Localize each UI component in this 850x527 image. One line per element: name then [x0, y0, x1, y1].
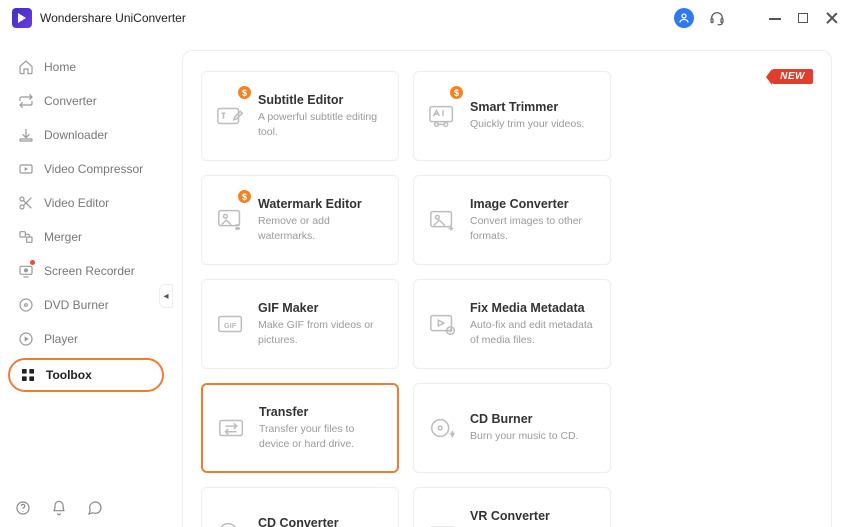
- menu-icon[interactable]: [740, 9, 754, 27]
- cd-burn-icon: [428, 415, 458, 441]
- sidebar-footer: [8, 493, 164, 519]
- gif-icon: GIF: [216, 311, 246, 337]
- card-title: GIF Maker: [258, 301, 386, 315]
- help-icon[interactable]: [14, 499, 32, 517]
- sidebar-nav: Home Converter Downloader Video Compress…: [8, 52, 164, 392]
- card-desc: Remove or add watermarks.: [258, 214, 386, 242]
- cd-convert-icon: [216, 519, 246, 527]
- title-bar: Wondershare UniConverter: [0, 0, 850, 36]
- main-body: Home Converter Downloader Video Compress…: [0, 36, 850, 527]
- toolbox-icon: [20, 367, 36, 383]
- card-title: Subtitle Editor: [258, 93, 386, 107]
- svg-text:GIF: GIF: [224, 321, 237, 330]
- record-icon: [18, 263, 34, 279]
- card-title: CD Burner: [470, 412, 579, 426]
- sidebar-item-label: DVD Burner: [44, 298, 109, 312]
- app-title: Wondershare UniConverter: [40, 11, 674, 25]
- title-actions: [674, 8, 838, 28]
- app-logo-icon: [12, 8, 32, 28]
- new-badge: NEW: [772, 69, 813, 84]
- merge-icon: [18, 229, 34, 245]
- card-desc: Burn your music to CD.: [470, 429, 579, 443]
- sidebar-item-label: Player: [44, 332, 78, 346]
- sidebar: Home Converter Downloader Video Compress…: [0, 36, 172, 527]
- content-area: NEW $ Subtitle Editor A powerful subtitle…: [172, 36, 850, 527]
- card-title: Transfer: [259, 405, 385, 419]
- home-icon: [18, 59, 34, 75]
- card-title: Smart Trimmer: [470, 100, 584, 114]
- subtitle-icon: [216, 103, 246, 129]
- sidebar-item-label: Video Editor: [44, 196, 109, 210]
- account-avatar-icon[interactable]: [674, 8, 694, 28]
- sidebar-item-label: Screen Recorder: [44, 264, 135, 278]
- card-title: VR Converter: [470, 509, 598, 523]
- transfer-icon: [217, 415, 247, 441]
- premium-badge-icon: $: [238, 190, 251, 203]
- window-maximize-button[interactable]: [796, 11, 810, 25]
- watermark-icon: [216, 207, 246, 233]
- tool-grid: $ Subtitle Editor A powerful subtitle edi…: [201, 71, 813, 527]
- sidebar-item-label: Video Compressor: [44, 162, 143, 176]
- card-desc: A powerful subtitle editing tool.: [258, 110, 386, 138]
- card-subtitle-editor[interactable]: $ Subtitle Editor A powerful subtitle edi…: [201, 71, 399, 161]
- converter-icon: [18, 93, 34, 109]
- window-close-button[interactable]: [824, 11, 838, 25]
- scissors-icon: [18, 195, 34, 211]
- card-title: Fix Media Metadata: [470, 301, 598, 315]
- support-headset-icon[interactable]: [708, 9, 726, 27]
- disc-icon: [18, 297, 34, 313]
- ai-trim-icon: [428, 103, 458, 129]
- card-cd-burner[interactable]: CD Burner Burn your music to CD.: [413, 383, 611, 473]
- card-title: Image Converter: [470, 197, 598, 211]
- card-fix-metadata[interactable]: Fix Media Metadata Auto-fix and edit meta…: [413, 279, 611, 369]
- sidebar-item-screen-recorder[interactable]: Screen Recorder: [8, 256, 164, 286]
- sidebar-item-video-compressor[interactable]: Video Compressor: [8, 154, 164, 184]
- card-desc: Quickly trim your videos.: [470, 117, 584, 131]
- card-desc: Convert images to other formats.: [470, 214, 598, 242]
- premium-badge-icon: $: [450, 86, 463, 99]
- notification-bell-icon[interactable]: [50, 499, 68, 517]
- sidebar-item-merger[interactable]: Merger: [8, 222, 164, 252]
- compress-icon: [18, 161, 34, 177]
- window-minimize-button[interactable]: [768, 11, 782, 25]
- card-desc: Auto-fix and edit metadata of media file…: [470, 318, 598, 346]
- feedback-icon[interactable]: [86, 499, 104, 517]
- sidebar-item-label: Converter: [44, 94, 97, 108]
- card-desc: Transfer your files to device or hard dr…: [259, 422, 385, 450]
- card-cd-converter[interactable]: CD ConverterConvert music from CD.: [201, 487, 399, 527]
- card-smart-trimmer[interactable]: $ Smart Trimmer Quickly trim your videos.: [413, 71, 611, 161]
- app-window: Wondershare UniConverter Home: [0, 0, 850, 527]
- sidebar-item-label: Home: [44, 60, 76, 74]
- sidebar-item-label: Merger: [44, 230, 82, 244]
- sidebar-item-video-editor[interactable]: Video Editor: [8, 188, 164, 218]
- sidebar-item-home[interactable]: Home: [8, 52, 164, 82]
- image-convert-icon: [428, 207, 458, 233]
- card-transfer[interactable]: Transfer Transfer your files to device or…: [201, 383, 399, 473]
- sidebar-item-player[interactable]: Player: [8, 324, 164, 354]
- sidebar-item-dvd-burner[interactable]: DVD Burner: [8, 290, 164, 320]
- sidebar-item-label: Downloader: [44, 128, 108, 142]
- sidebar-item-label: Toolbox: [46, 368, 92, 382]
- sidebar-item-converter[interactable]: Converter: [8, 86, 164, 116]
- notification-dot-icon: [30, 260, 35, 265]
- premium-badge-icon: $: [238, 86, 251, 99]
- card-title: Watermark Editor: [258, 197, 386, 211]
- sidebar-item-downloader[interactable]: Downloader: [8, 120, 164, 150]
- toolbox-panel: NEW $ Subtitle Editor A powerful subtitle…: [182, 50, 832, 527]
- sidebar-collapse-handle[interactable]: ◂: [159, 284, 173, 308]
- download-icon: [18, 127, 34, 143]
- metadata-icon: [428, 311, 458, 337]
- card-vr-converter[interactable]: VR ConverterConvert videos to VR and enj…: [413, 487, 611, 527]
- card-desc: Make GIF from videos or pictures.: [258, 318, 386, 346]
- card-title: CD Converter: [258, 516, 370, 527]
- vr-icon: [428, 519, 458, 527]
- card-gif-maker[interactable]: GIF GIF Maker Make GIF from videos or pic…: [201, 279, 399, 369]
- play-icon: [18, 331, 34, 347]
- card-watermark-editor[interactable]: $ Watermark Editor Remove or add watermar…: [201, 175, 399, 265]
- sidebar-item-toolbox[interactable]: Toolbox: [8, 358, 164, 392]
- card-image-converter[interactable]: Image Converter Convert images to other f…: [413, 175, 611, 265]
